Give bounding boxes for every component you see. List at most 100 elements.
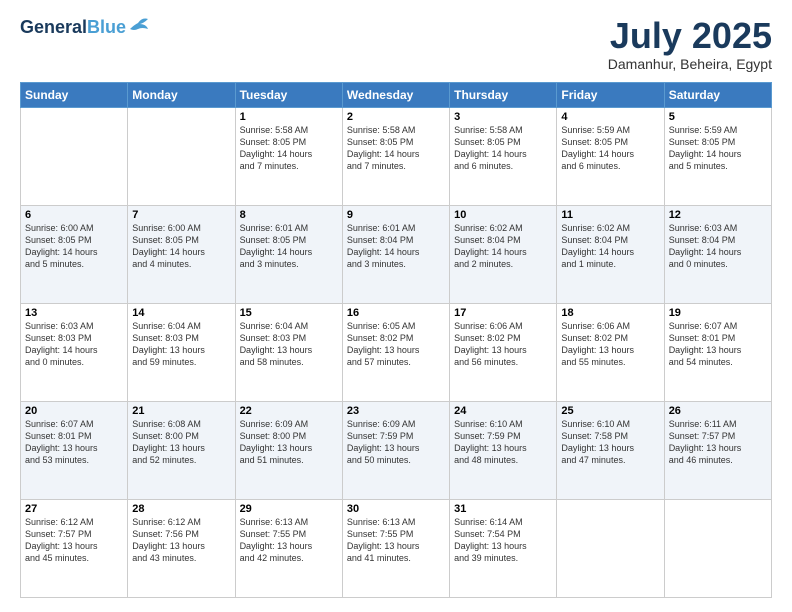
calendar-cell: 27Sunrise: 6:12 AM Sunset: 7:57 PM Dayli…: [21, 500, 128, 598]
day-info: Sunrise: 6:02 AM Sunset: 8:04 PM Dayligh…: [454, 222, 552, 271]
col-header-tuesday: Tuesday: [235, 83, 342, 108]
day-info: Sunrise: 6:04 AM Sunset: 8:03 PM Dayligh…: [240, 320, 338, 369]
day-info: Sunrise: 6:11 AM Sunset: 7:57 PM Dayligh…: [669, 418, 767, 467]
day-number: 18: [561, 307, 659, 319]
calendar-cell: 20Sunrise: 6:07 AM Sunset: 8:01 PM Dayli…: [21, 402, 128, 500]
calendar-cell: 21Sunrise: 6:08 AM Sunset: 8:00 PM Dayli…: [128, 402, 235, 500]
day-number: 12: [669, 209, 767, 221]
day-number: 5: [669, 111, 767, 123]
calendar-cell: [21, 108, 128, 206]
day-number: 13: [25, 307, 123, 319]
calendar-cell: 28Sunrise: 6:12 AM Sunset: 7:56 PM Dayli…: [128, 500, 235, 598]
calendar-cell: [128, 108, 235, 206]
day-number: 19: [669, 307, 767, 319]
calendar-cell: 3Sunrise: 5:58 AM Sunset: 8:05 PM Daylig…: [450, 108, 557, 206]
day-info: Sunrise: 5:59 AM Sunset: 8:05 PM Dayligh…: [561, 124, 659, 173]
day-info: Sunrise: 5:58 AM Sunset: 8:05 PM Dayligh…: [240, 124, 338, 173]
day-number: 27: [25, 503, 123, 515]
day-info: Sunrise: 6:09 AM Sunset: 8:00 PM Dayligh…: [240, 418, 338, 467]
calendar-cell: 24Sunrise: 6:10 AM Sunset: 7:59 PM Dayli…: [450, 402, 557, 500]
day-info: Sunrise: 6:09 AM Sunset: 7:59 PM Dayligh…: [347, 418, 445, 467]
calendar-week-row: 27Sunrise: 6:12 AM Sunset: 7:57 PM Dayli…: [21, 500, 772, 598]
calendar-cell: 2Sunrise: 5:58 AM Sunset: 8:05 PM Daylig…: [342, 108, 449, 206]
logo: GeneralBlue: [20, 18, 150, 36]
day-number: 6: [25, 209, 123, 221]
day-number: 3: [454, 111, 552, 123]
calendar-cell: 1Sunrise: 5:58 AM Sunset: 8:05 PM Daylig…: [235, 108, 342, 206]
calendar-week-row: 6Sunrise: 6:00 AM Sunset: 8:05 PM Daylig…: [21, 206, 772, 304]
calendar-cell: 18Sunrise: 6:06 AM Sunset: 8:02 PM Dayli…: [557, 304, 664, 402]
day-number: 31: [454, 503, 552, 515]
calendar-cell: 6Sunrise: 6:00 AM Sunset: 8:05 PM Daylig…: [21, 206, 128, 304]
day-info: Sunrise: 6:03 AM Sunset: 8:03 PM Dayligh…: [25, 320, 123, 369]
day-info: Sunrise: 6:04 AM Sunset: 8:03 PM Dayligh…: [132, 320, 230, 369]
day-info: Sunrise: 6:00 AM Sunset: 8:05 PM Dayligh…: [25, 222, 123, 271]
day-number: 20: [25, 405, 123, 417]
col-header-sunday: Sunday: [21, 83, 128, 108]
day-info: Sunrise: 6:00 AM Sunset: 8:05 PM Dayligh…: [132, 222, 230, 271]
day-info: Sunrise: 6:10 AM Sunset: 7:58 PM Dayligh…: [561, 418, 659, 467]
calendar-cell: [664, 500, 771, 598]
day-number: 10: [454, 209, 552, 221]
day-number: 2: [347, 111, 445, 123]
day-info: Sunrise: 6:02 AM Sunset: 8:04 PM Dayligh…: [561, 222, 659, 271]
day-number: 9: [347, 209, 445, 221]
calendar-cell: 31Sunrise: 6:14 AM Sunset: 7:54 PM Dayli…: [450, 500, 557, 598]
col-header-saturday: Saturday: [664, 83, 771, 108]
calendar-cell: [557, 500, 664, 598]
day-info: Sunrise: 6:06 AM Sunset: 8:02 PM Dayligh…: [561, 320, 659, 369]
calendar-header-row: SundayMondayTuesdayWednesdayThursdayFrid…: [21, 83, 772, 108]
day-info: Sunrise: 6:08 AM Sunset: 8:00 PM Dayligh…: [132, 418, 230, 467]
day-number: 17: [454, 307, 552, 319]
day-info: Sunrise: 6:14 AM Sunset: 7:54 PM Dayligh…: [454, 516, 552, 565]
day-number: 22: [240, 405, 338, 417]
location-subtitle: Damanhur, Beheira, Egypt: [608, 56, 772, 72]
day-number: 28: [132, 503, 230, 515]
day-number: 4: [561, 111, 659, 123]
calendar-cell: 12Sunrise: 6:03 AM Sunset: 8:04 PM Dayli…: [664, 206, 771, 304]
calendar-cell: 19Sunrise: 6:07 AM Sunset: 8:01 PM Dayli…: [664, 304, 771, 402]
calendar-cell: 10Sunrise: 6:02 AM Sunset: 8:04 PM Dayli…: [450, 206, 557, 304]
day-number: 7: [132, 209, 230, 221]
calendar-cell: 23Sunrise: 6:09 AM Sunset: 7:59 PM Dayli…: [342, 402, 449, 500]
day-number: 11: [561, 209, 659, 221]
day-info: Sunrise: 6:03 AM Sunset: 8:04 PM Dayligh…: [669, 222, 767, 271]
calendar-cell: 5Sunrise: 5:59 AM Sunset: 8:05 PM Daylig…: [664, 108, 771, 206]
day-number: 1: [240, 111, 338, 123]
day-info: Sunrise: 6:06 AM Sunset: 8:02 PM Dayligh…: [454, 320, 552, 369]
calendar-cell: 7Sunrise: 6:00 AM Sunset: 8:05 PM Daylig…: [128, 206, 235, 304]
day-number: 8: [240, 209, 338, 221]
calendar-cell: 13Sunrise: 6:03 AM Sunset: 8:03 PM Dayli…: [21, 304, 128, 402]
day-info: Sunrise: 6:01 AM Sunset: 8:04 PM Dayligh…: [347, 222, 445, 271]
calendar-cell: 22Sunrise: 6:09 AM Sunset: 8:00 PM Dayli…: [235, 402, 342, 500]
day-info: Sunrise: 6:07 AM Sunset: 8:01 PM Dayligh…: [669, 320, 767, 369]
calendar-week-row: 20Sunrise: 6:07 AM Sunset: 8:01 PM Dayli…: [21, 402, 772, 500]
day-number: 25: [561, 405, 659, 417]
calendar-cell: 16Sunrise: 6:05 AM Sunset: 8:02 PM Dayli…: [342, 304, 449, 402]
calendar-cell: 14Sunrise: 6:04 AM Sunset: 8:03 PM Dayli…: [128, 304, 235, 402]
calendar-cell: 29Sunrise: 6:13 AM Sunset: 7:55 PM Dayli…: [235, 500, 342, 598]
day-number: 15: [240, 307, 338, 319]
calendar-cell: 9Sunrise: 6:01 AM Sunset: 8:04 PM Daylig…: [342, 206, 449, 304]
logo-bird-icon: [128, 15, 150, 35]
page-header: GeneralBlue July 2025 Damanhur, Beheira,…: [20, 18, 772, 72]
col-header-monday: Monday: [128, 83, 235, 108]
day-info: Sunrise: 6:10 AM Sunset: 7:59 PM Dayligh…: [454, 418, 552, 467]
day-info: Sunrise: 6:12 AM Sunset: 7:56 PM Dayligh…: [132, 516, 230, 565]
day-number: 29: [240, 503, 338, 515]
day-number: 23: [347, 405, 445, 417]
day-number: 26: [669, 405, 767, 417]
calendar-table: SundayMondayTuesdayWednesdayThursdayFrid…: [20, 82, 772, 598]
day-info: Sunrise: 6:13 AM Sunset: 7:55 PM Dayligh…: [347, 516, 445, 565]
month-year-title: July 2025: [608, 18, 772, 54]
day-number: 24: [454, 405, 552, 417]
calendar-cell: 4Sunrise: 5:59 AM Sunset: 8:05 PM Daylig…: [557, 108, 664, 206]
title-block: July 2025 Damanhur, Beheira, Egypt: [608, 18, 772, 72]
calendar-cell: 15Sunrise: 6:04 AM Sunset: 8:03 PM Dayli…: [235, 304, 342, 402]
calendar-cell: 17Sunrise: 6:06 AM Sunset: 8:02 PM Dayli…: [450, 304, 557, 402]
day-number: 14: [132, 307, 230, 319]
col-header-wednesday: Wednesday: [342, 83, 449, 108]
day-info: Sunrise: 5:58 AM Sunset: 8:05 PM Dayligh…: [347, 124, 445, 173]
day-info: Sunrise: 5:59 AM Sunset: 8:05 PM Dayligh…: [669, 124, 767, 173]
day-info: Sunrise: 6:12 AM Sunset: 7:57 PM Dayligh…: [25, 516, 123, 565]
